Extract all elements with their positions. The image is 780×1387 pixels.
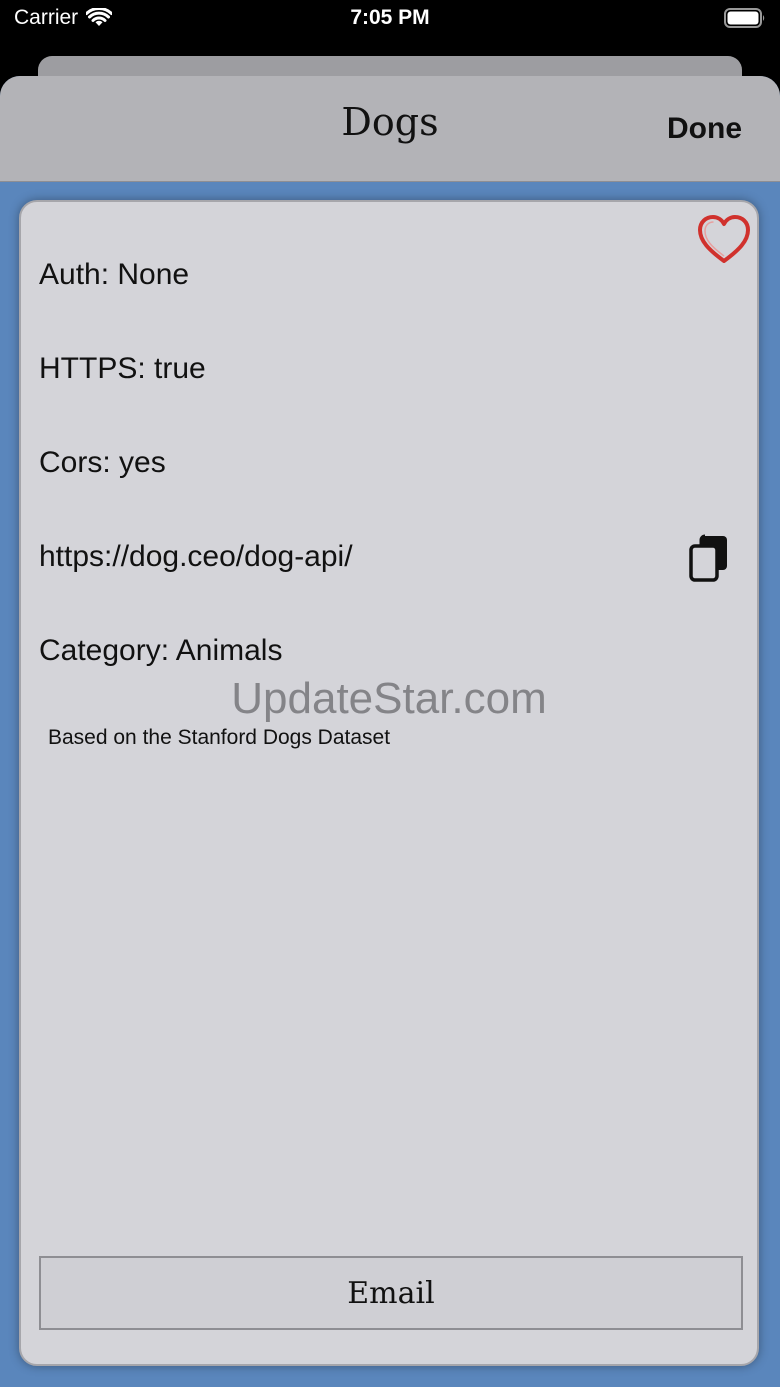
done-button[interactable]: Done (667, 112, 742, 146)
detail-sheet: Dogs Done Auth: None HTTPS: true Cors: y… (0, 76, 780, 1387)
category-label: Category: Animals (39, 634, 283, 667)
page-title: Dogs (341, 100, 439, 144)
https-label: HTTPS: true (39, 352, 206, 385)
status-bar: Carrier 7:05 PM (0, 0, 780, 56)
clock: 7:05 PM (350, 6, 430, 29)
email-button[interactable]: Email (39, 1256, 743, 1330)
battery-icon (724, 8, 765, 28)
watermark: UpdateStar.com (231, 674, 547, 723)
api-detail-card: Auth: None HTTPS: true Cors: yes https:/… (19, 200, 759, 1366)
heart-outline-icon[interactable] (697, 214, 751, 266)
api-url-link[interactable]: https://dog.ceo/dog-api/ (39, 540, 353, 574)
description-text: Based on the Stanford Dogs Dataset (48, 726, 391, 749)
auth-label: Auth: None (39, 258, 190, 291)
copy-icon[interactable] (687, 534, 731, 584)
cors-label: Cors: yes (39, 446, 166, 479)
nav-bar: Dogs Done (0, 76, 780, 182)
